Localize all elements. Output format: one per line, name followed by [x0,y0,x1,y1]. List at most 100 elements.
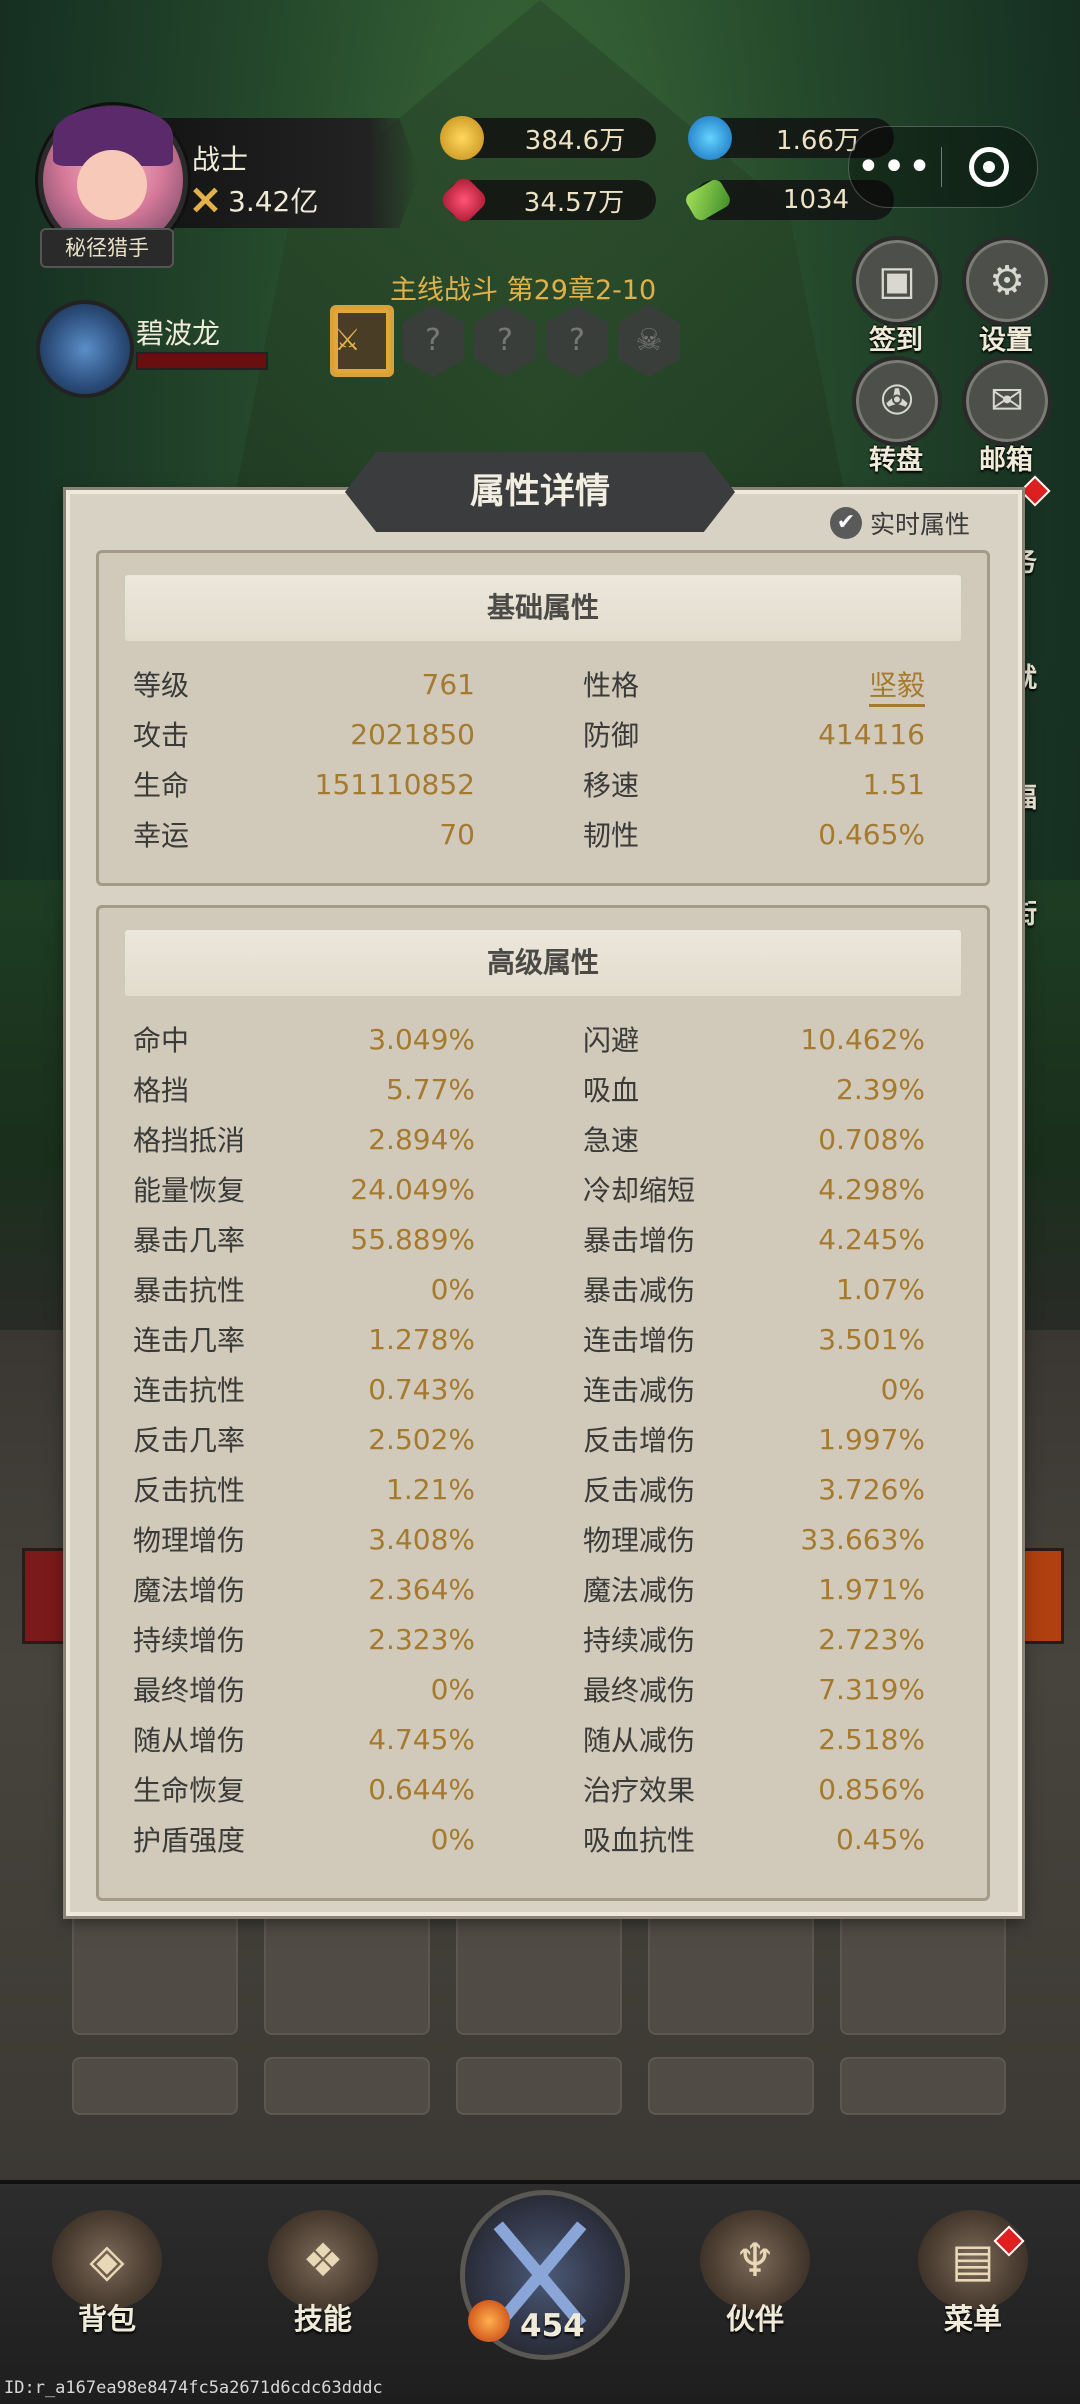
nav-battle[interactable]: 454 [450,2190,630,2380]
battle-count: 454 [520,2308,585,2344]
attr-value: 55.889% [350,1222,475,1256]
basic-attributes-header: 基础属性 [125,575,961,641]
blue-gem-icon [688,116,732,160]
hero-face [77,150,147,220]
hero-power: 3.42亿 [190,180,318,220]
nav-skills[interactable]: ❖ 技能 [248,2210,398,2338]
attr-value: 4.298% [818,1172,925,1206]
witch-hut [230,0,850,520]
attr-name: 反击抗性 [133,1474,246,1507]
signin-label: 签到 [869,325,923,356]
pet-avatar[interactable] [36,300,134,398]
attr-value: 0% [880,1372,925,1406]
slot[interactable] [648,1905,814,2035]
attr-value: 761 [421,667,475,701]
attr-value: 3.726% [818,1472,925,1506]
attribute-row: 物理增伤 3.408% 物理减伤 33.663% [133,1514,961,1564]
miniprogram-capsule: ••• [848,126,1038,208]
attribute-row: 连击抗性 0.743% 连击减伤 0% [133,1364,961,1414]
attr-value: 1.278% [368,1322,475,1356]
attribute-row: 暴击几率 55.889% 暴击增伤 4.245% [133,1214,961,1264]
attribute-row: 持续增伤 2.323% 持续减伤 2.723% [133,1614,961,1664]
nav-bag[interactable]: ◈ 背包 [32,2210,182,2338]
more-button[interactable]: ••• [849,147,941,187]
attr-value: 7.319% [818,1672,925,1706]
realtime-toggle[interactable]: ✔ 实时属性 [830,505,970,541]
attribute-row: 最终增伤 0% 最终减伤 7.319% [133,1664,961,1714]
attr-name: 持续增伤 [133,1624,246,1657]
signin-button[interactable]: ▣ 签到 [852,236,942,357]
calendar-icon: ▣ [852,236,942,326]
right-side-card [1018,1548,1064,1644]
attribute-row: 幸运 70 韧性 0.465% [133,809,961,859]
advanced-attributes-section: 高级属性 命中 3.049% 闪避 10.462% 格挡 5.77% 吸血 2.39% 格挡抵消… [96,905,990,1901]
scroll-icon: ❖ [268,2210,378,2310]
stage-node-unknown: ? [402,305,464,377]
attr-name: 吸血抗性 [583,1824,696,1857]
attr-value: 414116 [818,717,925,751]
book-icon: ▤ [918,2210,1028,2310]
slot[interactable] [456,1905,622,2035]
stage-node-current-sword-icon: ⚔ [330,305,394,377]
attr-value: 0% [430,1822,475,1856]
slot[interactable] [648,2057,814,2115]
attr-name: 暴击减伤 [583,1274,696,1307]
wheel-label: 转盘 [869,445,923,476]
attr-name: 吸血 [583,1074,640,1107]
gear-icon: ⚙ [962,236,1052,326]
close-button[interactable] [942,147,1036,187]
gold-coin-icon [440,116,484,160]
attr-name: 攻击 [133,719,190,752]
slot[interactable] [264,2057,430,2115]
attr-name: 魔法增伤 [133,1574,246,1607]
gold-currency[interactable]: 384.6万 [440,116,656,160]
attr-value: 2021850 [350,717,475,751]
advanced-attributes-header: 高级属性 [125,930,961,996]
pet-hp-bar [136,352,268,370]
attr-name: 能量恢复 [133,1174,246,1207]
attr-value: 70 [439,817,475,851]
slot[interactable] [456,2057,622,2115]
settings-button[interactable]: ⚙ 设置 [962,236,1052,357]
attr-name: 移速 [583,769,640,802]
wheel-icon: ✇ [852,356,942,446]
slot[interactable] [72,2057,238,2115]
slot[interactable] [264,1905,430,2035]
attr-value: 4.745% [368,1722,475,1756]
checkmark-icon: ✔ [830,507,862,539]
attr-value: 2.502% [368,1422,475,1456]
attr-name: 暴击增伤 [583,1224,696,1257]
attribute-row: 暴击抗性 0% 暴击减伤 1.07% [133,1264,961,1314]
attr-value: 0.743% [368,1372,475,1406]
gold-value: 384.6万 [524,125,626,156]
footer-id: ID:r_a167ea98e8474fc5a2671d6cdc63dddc [4,2378,383,2398]
energy-orb-icon [468,2300,510,2342]
attr-name: 反击增伤 [583,1424,696,1457]
ruby-currency[interactable]: 34.57万 [438,174,656,226]
attr-name: 反击几率 [133,1424,246,1457]
attr-value: 3.501% [818,1322,925,1356]
attr-value: 0% [430,1672,475,1706]
nav-menu[interactable]: ▤ 菜单 [898,2210,1048,2338]
nav-partner[interactable]: ♆ 伙伴 [680,2210,830,2338]
advanced-attributes-rows: 命中 3.049% 闪避 10.462% 格挡 5.77% 吸血 2.39% 格挡抵消 2.894… [99,1014,987,1864]
attr-name: 幸运 [133,819,190,852]
attr-name: 冷却缩短 [583,1174,696,1207]
pet-name: 碧波龙 [136,317,221,350]
settings-label: 设置 [979,325,1033,356]
wheel-button[interactable]: ✇ 转盘 [852,356,942,477]
slot[interactable] [840,2057,1006,2115]
mail-button[interactable]: ✉ 邮箱 [962,356,1052,477]
hero-class-label: 战士 [192,143,249,176]
slot[interactable] [840,1905,1006,2035]
attr-name: 闪避 [583,1024,640,1057]
attr-value: 0.708% [818,1122,925,1156]
slot[interactable] [72,1905,238,2035]
target-close-icon [969,147,1009,187]
attr-name: 急速 [583,1124,640,1157]
attribute-row: 护盾强度 0% 吸血抗性 0.45% [133,1814,961,1864]
attribute-row: 魔法增伤 2.364% 魔法减伤 1.971% [133,1564,961,1614]
ruby-value: 34.57万 [523,187,625,218]
attr-value: 33.663% [800,1522,925,1556]
attr-name: 暴击抗性 [133,1274,246,1307]
